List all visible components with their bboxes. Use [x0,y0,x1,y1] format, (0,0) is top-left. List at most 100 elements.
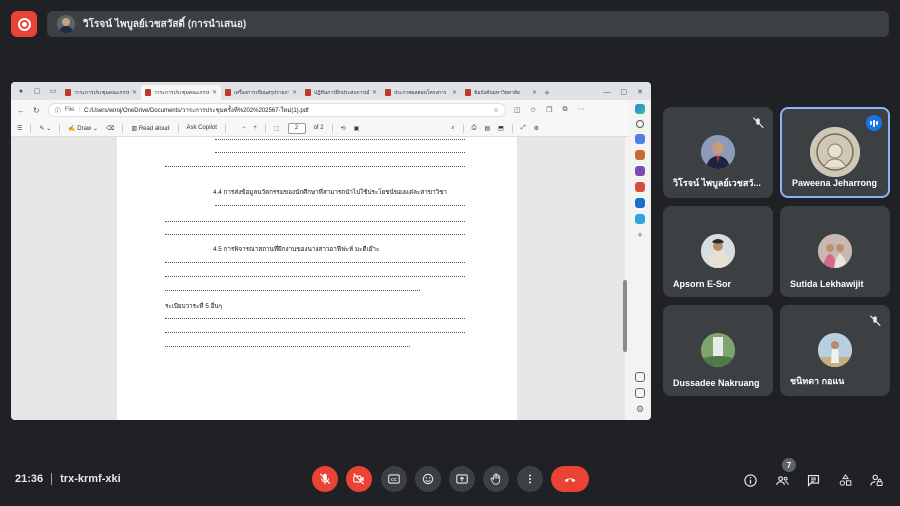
pdf-viewer[interactable]: 4.4 การส่งข้อมูลนวัตกรรมของนักศึกษาที่สา… [11,137,625,420]
participant-tile[interactable]: Apsorn E-Sor [663,206,773,297]
close-tab-icon[interactable]: ✕ [212,89,217,96]
address-text: C:/Users/wiroj/OneDrive/Documents/วาระกา… [83,108,309,114]
search-icon[interactable] [636,120,644,128]
activities-button[interactable] [836,471,854,489]
reactions-button[interactable] [415,466,441,492]
browser-sidebar: + ⚙ [629,100,651,420]
profile-icon[interactable]: ● [14,84,28,98]
browser-tab[interactable]: วาระการประชุมคณะกรรมการ✕ [61,85,141,100]
browser-tab-active[interactable]: วาระการประชุมคณะกรรมการ✕ [141,85,221,100]
speaking-indicator-icon [866,115,882,131]
save-as-icon[interactable]: ⬒ [498,125,504,132]
tag-icon[interactable] [635,134,645,144]
presenter-bar[interactable]: วิโรจน์ ไพบูลย์เวชสวัสดิ์ (การนำเสนอ) [47,11,889,37]
copilot-icon[interactable] [635,104,645,114]
participant-tile[interactable]: วิโรจน์ ไพบูลย์เวชสวั... [663,107,773,198]
close-tab-icon[interactable]: ✕ [532,89,537,96]
avatar [701,234,735,268]
highlight-icon[interactable]: ✎ ⌄ [39,125,51,132]
sidebar-toggle-icon[interactable] [635,388,645,398]
close-tab-icon[interactable]: ✕ [452,89,457,96]
favorite-star-icon[interactable]: ☆ [493,107,498,114]
collections-icon[interactable]: ❐ [546,106,552,114]
zoom-out-icon[interactable]: − [242,125,246,131]
screenshot-icon[interactable] [635,372,645,382]
extensions-icon[interactable]: ⧉ [562,106,567,114]
pdf-icon [65,89,71,96]
presenter-name: วิโรจน์ ไพบูลย์เวชสวัสดิ์ (การนำเสนอ) [83,18,247,30]
more-icon[interactable]: ··· [577,106,584,114]
contents-icon[interactable]: ☰ [17,125,22,132]
participant-tile[interactable]: Dussadee Nakruang [663,305,773,396]
more-options-button[interactable] [517,466,543,492]
browser-tab[interactable]: เครื่องการเขียนสรุปรายงาน ✕ [221,85,301,100]
people-button[interactable] [773,471,791,489]
mic-toggle-button[interactable] [312,466,338,492]
host-controls-button[interactable] [867,471,885,489]
camera-toggle-button[interactable] [346,466,372,492]
present-button[interactable] [449,466,475,492]
page-number-input[interactable]: 2 [287,122,306,134]
settings-icon[interactable]: ⚙ [635,404,645,414]
participant-tile[interactable]: ชนิทดา กอแน [780,305,890,396]
leave-call-button[interactable] [551,466,589,492]
browser-tab[interactable]: ปฏิทินการฝึกประสบการณ์ ✕ [301,85,381,100]
meeting-details-button[interactable] [741,471,759,489]
maximize-icon[interactable]: ▢ [621,88,628,96]
rotate-icon[interactable]: ⟲ [341,125,346,132]
back-icon[interactable]: ← [17,106,25,115]
print-icon[interactable]: ⎙ [472,125,477,132]
outlook-icon[interactable] [635,198,645,208]
settings-icon[interactable]: ⚙ [534,125,539,132]
address-bar[interactable]: ⓘ File | C:/Users/wiroj/OneDrive/Documen… [47,103,506,117]
save-icon[interactable]: ▤ [484,125,490,132]
pdf-icon [385,89,391,96]
people-count-badge: 7 [782,458,796,472]
recording-indicator[interactable] [11,11,37,37]
fit-page-icon[interactable]: ⬚ [274,125,280,132]
tab-actions-icon[interactable]: ▢ [30,84,44,98]
avatar [810,127,860,177]
meet-app: วิโรจน์ ไพบูลย์เวชสวัสดิ์ (การนำเสนอ) ● … [0,0,900,506]
close-tab-icon[interactable]: ✕ [292,89,297,96]
close-window-icon[interactable]: ✕ [637,88,643,96]
meeting-code: trx-krmf-xki [60,473,121,485]
pdf-icon [465,89,471,96]
read-aloud-button[interactable]: ▥ Read aloud [131,125,169,132]
address-row: ← ↻ ⓘ File | C:/Users/wiroj/OneDrive/Doc… [11,100,651,120]
browser-tab[interactable]: ประกาศผลสอบโครงการ ✕ [381,85,461,100]
fullscreen-icon[interactable]: ⤢ [521,125,526,132]
chat-icon [807,474,819,487]
pdf-scrollbar[interactable] [623,137,628,420]
new-tab-button[interactable]: + [541,86,553,100]
close-tab-icon[interactable]: ✕ [132,89,137,96]
add-icon[interactable]: + [635,230,645,240]
m365-icon[interactable] [635,182,645,192]
reload-icon[interactable]: ↻ [33,106,40,115]
eraser-icon[interactable]: ⌫ [106,125,114,132]
zoom-in-icon[interactable]: + [253,125,257,131]
page-view-icon[interactable]: ▣ [354,125,360,132]
address-scheme: File [64,107,75,113]
pdf-icon [145,89,151,96]
vertical-tabs-icon[interactable]: ▭ [46,84,60,98]
avatar [818,234,852,268]
minimize-icon[interactable]: — [604,89,611,96]
participant-tile-speaking[interactable]: Paweena Jeharrong [780,107,890,198]
draw-button[interactable]: ✍ Draw ⌄ [68,125,98,132]
participant-name: Sutida Lekhawijit [790,279,864,289]
briefcase-icon[interactable] [635,150,645,160]
chat-button[interactable] [804,471,822,489]
browser-tab[interactable]: ข้อบังคับมหาวิทยาลัย ✕ [461,85,541,100]
participant-tile[interactable]: Sutida Lekhawijit [780,206,890,297]
ask-copilot-button[interactable]: Ask Copilot [187,125,217,131]
close-tab-icon[interactable]: ✕ [372,89,377,96]
captions-button[interactable]: CC [381,466,407,492]
drop-icon[interactable] [635,214,645,224]
favorites-icon[interactable]: ✩ [530,106,536,114]
split-screen-icon[interactable]: ◫ [514,106,521,114]
participant-name: Apsorn E-Sor [673,279,732,289]
raise-hand-button[interactable] [483,466,509,492]
search-icon[interactable]: ⌕ [451,125,454,132]
chess-icon[interactable] [635,166,645,176]
